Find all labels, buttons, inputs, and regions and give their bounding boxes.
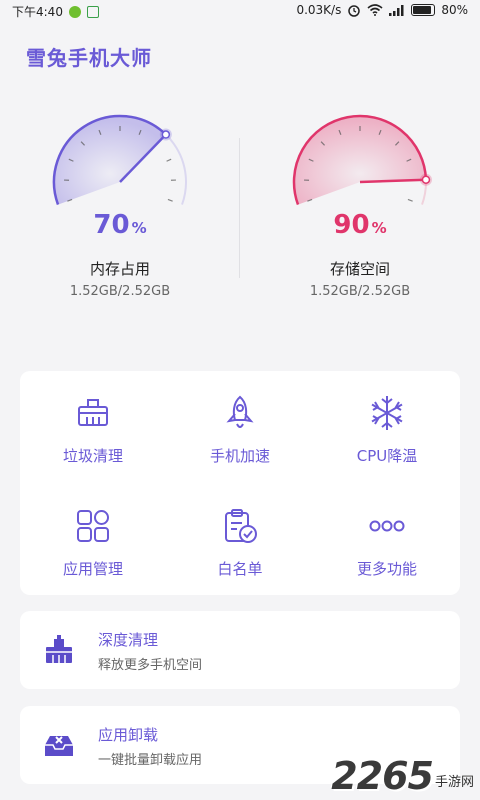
- memory-percent: 70%: [0, 210, 240, 240]
- deep-clean-item[interactable]: 深度清理 释放更多手机空间: [20, 611, 460, 689]
- tool-whitelist[interactable]: 白名单: [167, 484, 313, 584]
- storage-detail: 1.52GB/2.52GB: [309, 284, 411, 299]
- tool-more[interactable]: 更多功能: [314, 484, 460, 584]
- list-item-title: 应用卸载: [98, 726, 159, 744]
- snowflake-icon: [371, 396, 403, 430]
- battery-level: 80%: [441, 3, 468, 17]
- memory-percent-value: 70: [93, 210, 130, 240]
- storage-label: 存储空间: [329, 260, 390, 278]
- memory-gauge-dial: [52, 114, 187, 205]
- clipboard-check-icon: [225, 509, 257, 543]
- memory-detail: 1.52GB/2.52GB: [69, 284, 171, 299]
- storage-percent-unit: %: [371, 219, 387, 237]
- memory-label: 内存占用: [89, 260, 150, 278]
- broom-icon: [78, 399, 108, 426]
- tool-label: 手机加速: [209, 447, 270, 465]
- list-item-subtitle: 一键批量卸载应用: [98, 753, 203, 768]
- alarm-icon: [348, 5, 361, 17]
- storage-gauge[interactable]: 90% 存储空间 1.52GB/2.52GB: [240, 110, 480, 310]
- tool-label: 更多功能: [356, 560, 417, 578]
- wifi-icon: [367, 4, 383, 16]
- deep-clean-icon: [46, 635, 72, 663]
- memory-percent-unit: %: [131, 219, 147, 237]
- app-title: 雪兔手机大师: [26, 46, 152, 70]
- apps-grid-icon: [77, 510, 109, 542]
- memory-gauge[interactable]: 70% 内存占用 1.52GB/2.52GB: [0, 110, 240, 310]
- network-speed: 0.03K/s: [296, 3, 342, 17]
- uninstall-icon: [45, 736, 73, 756]
- storage-percent-value: 90: [333, 210, 370, 240]
- memory-gauge-tick: [166, 158, 172, 162]
- tool-junk-clean[interactable]: 垃圾清理: [20, 371, 166, 471]
- storage-gauge-knob: [421, 175, 431, 184]
- signal-icon: [389, 5, 404, 16]
- status-time: 下午4:40: [12, 5, 63, 19]
- site-watermark: 2265 手游网: [331, 756, 474, 796]
- memory-gauge-knob: [161, 130, 171, 139]
- battery-icon: [411, 4, 436, 16]
- status-bar: 下午4:40 0.03K/s 80%: [0, 0, 480, 22]
- watermark-text: 手游网: [434, 775, 474, 790]
- memory-gauge-tick: [167, 198, 173, 202]
- more-dots-icon: [369, 520, 405, 532]
- list-item-title: 深度清理: [98, 631, 159, 649]
- tool-cpu-cool[interactable]: CPU降温: [314, 371, 460, 471]
- rocket-icon: [226, 395, 254, 428]
- notification-square-icon: [86, 5, 99, 18]
- tool-app-manage[interactable]: 应用管理: [20, 484, 166, 584]
- notification-app-icon: [68, 5, 81, 18]
- tool-label: 垃圾清理: [62, 447, 123, 465]
- tool-label: 白名单: [217, 560, 263, 578]
- list-item-subtitle: 释放更多手机空间: [98, 658, 203, 673]
- tool-label: CPU降温: [356, 447, 418, 465]
- watermark-number: 2265: [331, 754, 434, 798]
- storage-gauge-tick: [407, 198, 413, 202]
- storage-percent: 90%: [240, 210, 480, 240]
- storage-gauge-dial: [292, 114, 432, 205]
- tool-phone-boost[interactable]: 手机加速: [167, 371, 313, 471]
- tools-card: 垃圾清理 手机加速 CPU降温 应用管理 白名单 更多功能: [20, 371, 460, 595]
- tool-label: 应用管理: [62, 560, 123, 578]
